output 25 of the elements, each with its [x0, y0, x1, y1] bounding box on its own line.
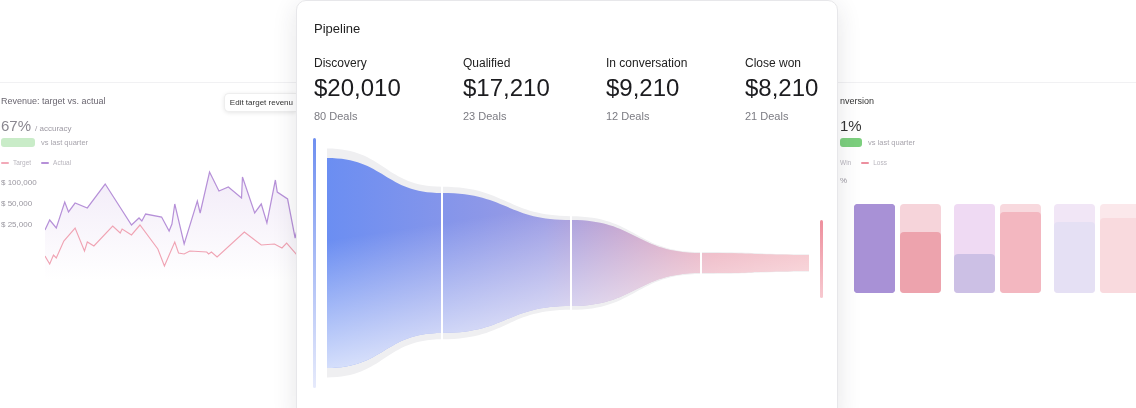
card-title: Pipeline [314, 21, 362, 36]
stage-label: Discovery [314, 56, 368, 70]
axis-label: $ 25,000 [1, 220, 34, 229]
stage-amount: $8,210 [745, 74, 820, 102]
card-title: nversion [840, 96, 875, 106]
stage-label: Close won [745, 56, 803, 70]
accuracy-caption: / accuracy [35, 124, 72, 133]
stage-amount: $20,010 [314, 74, 402, 102]
axis-label: % [840, 176, 849, 185]
deal-count: 12 Deals [606, 110, 651, 122]
axis-label: $ 50,000 [1, 199, 34, 208]
accuracy-value: 67% [1, 117, 32, 134]
conversion-value: 1% [840, 117, 862, 134]
card-title: Revenue: target vs. actual [1, 96, 106, 106]
stage-label: Qualified [463, 56, 512, 70]
edit-target-button[interactable]: Edit target revenu [223, 93, 296, 112]
change-badge [1, 138, 35, 147]
deal-count: 23 Deals [463, 110, 508, 122]
axis-label: $ 100,000 [1, 178, 38, 187]
stage-amount: $17,210 [463, 74, 551, 102]
change-badge [840, 138, 862, 147]
stage-amount: $9,210 [606, 74, 681, 102]
deal-count: 80 Deals [314, 110, 359, 122]
deal-count: 21 Deals [745, 110, 790, 122]
stage-label: In conversation [606, 56, 689, 70]
